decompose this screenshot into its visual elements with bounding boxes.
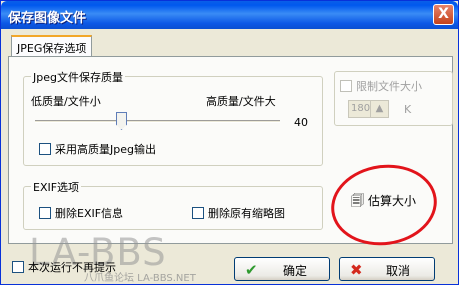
limit-size-label: 限制文件大小	[356, 80, 422, 93]
high-quality-checkbox[interactable]	[39, 143, 51, 155]
high-quality-option[interactable]: 采用高质量Jpeg输出	[39, 141, 156, 157]
exif-group-title: EXIF选项	[31, 179, 82, 195]
high-quality-checkbox-label: 采用高质量Jpeg输出	[55, 143, 156, 156]
estimate-size-button[interactable]: 🗐 估算大小	[351, 192, 416, 214]
dont-show-label: 本次运行不再提示	[28, 261, 116, 274]
quality-group-title: Jpeg文件保存质量	[31, 69, 125, 85]
tab-jpeg-options[interactable]: JPEG保存选项	[11, 35, 93, 57]
high-quality-label: 高质量/文件大	[206, 95, 276, 108]
ok-button[interactable]: ✔ 确定	[234, 257, 330, 281]
delete-thumb-option[interactable]: 删除原有缩略图	[192, 205, 285, 221]
limit-size-spinner[interactable]: ▲	[370, 100, 389, 118]
limit-size-checkbox[interactable]	[340, 80, 352, 92]
estimate-label: 估算大小	[368, 194, 417, 208]
limit-size-input[interactable]: 180	[348, 100, 371, 118]
limit-size-option[interactable]: 限制文件大小	[338, 78, 424, 94]
limit-size-unit: K	[404, 103, 412, 116]
delete-exif-option[interactable]: 删除EXIF信息	[39, 205, 123, 221]
close-icon: ✖	[350, 261, 363, 279]
title-bar: 保存图像文件 X	[1, 1, 458, 29]
check-icon: ✔	[245, 261, 258, 279]
ok-label: 确定	[283, 264, 308, 278]
quality-slider-track[interactable]	[35, 120, 280, 123]
delete-thumb-checkbox[interactable]	[192, 207, 204, 219]
delete-exif-label: 删除EXIF信息	[55, 207, 124, 220]
delete-thumb-label: 删除原有缩略图	[208, 207, 285, 220]
delete-exif-checkbox[interactable]	[39, 207, 51, 219]
low-quality-label: 低质量/文件小	[31, 95, 101, 108]
cancel-label: 取消	[386, 264, 411, 278]
close-button[interactable]: X	[433, 4, 454, 25]
window-title: 保存图像文件	[8, 11, 87, 26]
dont-show-checkbox[interactable]	[12, 261, 24, 273]
save-image-dialog: 保存图像文件 X JPEG保存选项 Jpeg文件保存质量 低质量/文件小 高质量…	[0, 0, 459, 285]
dont-show-option[interactable]: 本次运行不再提示	[12, 259, 116, 275]
cancel-button[interactable]: ✖ 取消	[339, 257, 435, 281]
quality-value: 40	[294, 116, 308, 129]
estimate-icon: 🗐	[351, 194, 364, 209]
